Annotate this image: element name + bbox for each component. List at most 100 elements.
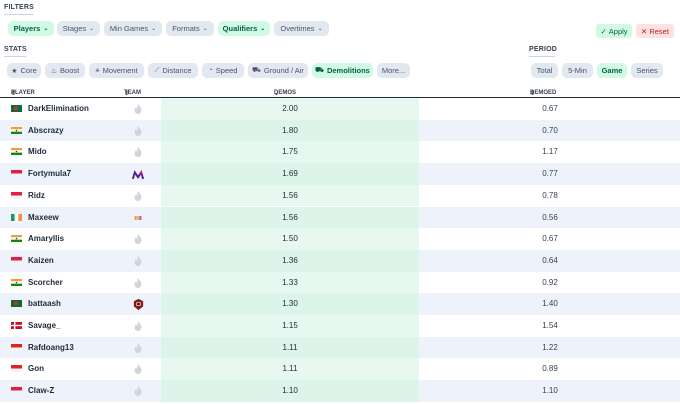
demoed-value: 0.64 (542, 255, 558, 265)
demoed-value: 0.78 (542, 190, 558, 200)
demoed-value: 1.10 (542, 386, 558, 396)
filter-players[interactable]: Players ⌄ (8, 21, 54, 36)
player-name[interactable]: Fortymula7 (28, 169, 71, 178)
table-row[interactable]: DarkElimination 2.00 0.67 (0, 98, 680, 120)
chevron-down-icon: ⌄ (43, 26, 49, 32)
player-name[interactable]: Scorcher (28, 278, 63, 287)
team-logo-badge-icon[interactable] (131, 297, 145, 311)
stats-tab-ground-air[interactable]: ⛟ Ground / Air (248, 63, 308, 78)
apply-button-label: Apply (608, 26, 628, 36)
sort-icon: ⇕ (530, 91, 536, 97)
flag-ie-icon (11, 213, 22, 221)
flag-in-icon (11, 148, 22, 156)
demoed-value: 0.77 (542, 169, 558, 179)
sort-icon: ⇕ (11, 91, 17, 97)
player-name[interactable]: Maxeew (28, 213, 59, 222)
stats-tab-more[interactable]: More... (377, 63, 410, 78)
period-5min[interactable]: 5-Min (562, 63, 593, 78)
filter-overtimes-label: Overtimes (280, 24, 315, 33)
demoed-value: 1.40 (542, 299, 558, 309)
period-total-label: Total (536, 66, 553, 75)
table-header: PLAYER ⇕ TEAM ⇕ DEMOS ⌄ DEMOED ⇕ (0, 84, 680, 98)
player-name[interactable]: Kaizen (28, 256, 54, 265)
table-row[interactable]: Rafdoang13 1.11 1.22 (0, 336, 680, 359)
player-name[interactable]: Ridz (28, 191, 45, 200)
flame-team-icon[interactable] (131, 362, 145, 376)
stats-underline (4, 56, 26, 57)
flame-icon: ♨ (50, 67, 58, 75)
player-name[interactable]: Amaryllis (28, 234, 64, 243)
stats-tab-more-label: More... (381, 66, 406, 75)
crash-icon: ⛟ (315, 67, 324, 74)
flame-team-icon[interactable] (131, 254, 145, 268)
filters-heading-text: FILTERS (4, 4, 35, 11)
flame-team-icon[interactable] (131, 341, 145, 355)
stats-tab-core[interactable]: ★ Core (7, 63, 41, 78)
table-row[interactable]: Fortymula7 1.69 0.77 (0, 163, 680, 185)
stats-tab-demolitions-label: Demolitions (326, 66, 370, 75)
sort-icon: ⇕ (124, 91, 130, 97)
player-name[interactable]: battaash (28, 299, 61, 308)
period-5min-label: 5-Min (568, 66, 587, 75)
period-total[interactable]: Total (531, 63, 558, 78)
table-row[interactable]: Amaryllis 1.50 0.67 (0, 228, 680, 250)
filter-formats[interactable]: Formats ⌄ (166, 21, 214, 36)
player-name[interactable]: DarkElimination (28, 104, 89, 113)
table-row[interactable]: Abscrazy 1.80 0.70 (0, 119, 680, 142)
flame-team-icon[interactable] (131, 189, 145, 203)
demos-value: 1.36 (282, 255, 298, 265)
team-logo-small-icon[interactable] (131, 211, 145, 225)
stats-tab-movement-label: Movement (102, 66, 138, 75)
table-row[interactable]: Maxeew 1.56 0.56 (0, 206, 680, 229)
flame-team-icon[interactable] (131, 384, 145, 398)
player-name[interactable]: Claw-Z (28, 386, 54, 395)
stats-tab-distance[interactable]: ⟋ Distance (148, 63, 198, 78)
team-logo-m-icon[interactable] (131, 167, 145, 181)
table-row[interactable]: battaash 1.30 1.40 (0, 293, 680, 315)
filter-qualifiers[interactable]: Qualifiers ⌄ (218, 21, 270, 36)
chevron-down-icon: ⌄ (89, 26, 95, 32)
demos-value: 1.10 (282, 386, 298, 396)
flame-team-icon[interactable] (131, 102, 145, 116)
flame-team-icon[interactable] (131, 124, 145, 138)
flag-sg-icon (11, 170, 22, 178)
table-row[interactable]: Claw-Z 1.10 1.10 (0, 380, 680, 402)
table-row[interactable]: Savage_ 1.15 1.54 (0, 315, 680, 337)
demos-value: 1.33 (282, 277, 298, 287)
flame-team-icon[interactable] (131, 232, 145, 246)
flag-in-icon (11, 235, 22, 243)
stats-tab-demolitions[interactable]: ⛟ Demolitions (312, 63, 373, 78)
period-series[interactable]: Series (631, 63, 663, 78)
stats-tab-boost[interactable]: ♨ Boost (45, 63, 85, 78)
player-name[interactable]: Abscrazy (28, 126, 64, 135)
player-name[interactable]: Gon (28, 364, 44, 373)
flame-team-icon[interactable] (131, 276, 145, 290)
filter-min-games[interactable]: Min Games ⌄ (104, 21, 162, 36)
table-row[interactable]: Gon 1.11 0.89 (0, 358, 680, 381)
player-name[interactable]: Mido (28, 147, 47, 156)
filter-players-label: Players (13, 24, 41, 33)
period-game[interactable]: Game (597, 63, 627, 78)
player-name[interactable]: Rafdoang13 (28, 343, 74, 352)
table-row[interactable]: Mido 1.75 1.17 (0, 141, 680, 164)
demoed-value: 1.54 (542, 321, 558, 330)
stats-tab-speed[interactable]: ◔ Speed (202, 63, 244, 78)
flag-id-icon (11, 343, 22, 351)
flame-team-icon[interactable] (131, 145, 145, 159)
stats-tab-movement[interactable]: ⚹ Movement (89, 63, 144, 78)
table-row[interactable]: Scorcher 1.33 0.92 (0, 271, 680, 294)
player-name[interactable]: Savage_ (28, 321, 60, 330)
filter-stages[interactable]: Stages ⌄ (57, 21, 100, 36)
flag-dk-icon (11, 322, 22, 329)
table-row[interactable]: Ridz 1.56 0.78 (0, 184, 680, 207)
apply-button[interactable]: ✓ Apply (596, 24, 632, 38)
filter-overtimes[interactable]: Overtimes ⌄ (274, 21, 329, 36)
sort-desc-icon: ⌄ (274, 91, 280, 97)
demos-value: 1.75 (282, 147, 298, 157)
table-row[interactable]: Kaizen 1.36 0.64 (0, 249, 680, 272)
demos-value: 1.50 (282, 234, 298, 244)
reset-button[interactable]: ✕ Reset (636, 24, 674, 38)
demoed-value: 0.89 (542, 364, 558, 374)
flame-team-icon[interactable] (131, 319, 145, 333)
demos-value: 1.56 (282, 212, 298, 222)
